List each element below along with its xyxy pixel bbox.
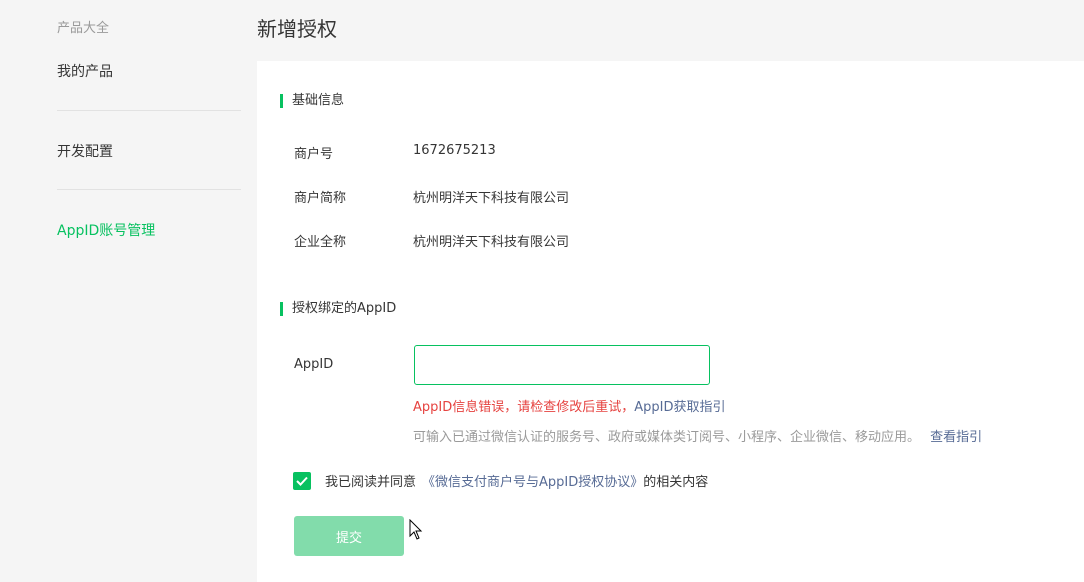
sidebar-item-my-products[interactable]: 我的产品 bbox=[57, 61, 113, 81]
merchant-id-label: 商户号 bbox=[294, 147, 334, 162]
submit-button[interactable]: 提交 bbox=[294, 516, 404, 556]
agreement-link[interactable]: 《微信支付商户号与AppID授权协议》 bbox=[422, 471, 643, 490]
sidebar-item-dev-config[interactable]: 开发配置 bbox=[57, 141, 113, 161]
agreement-checkbox[interactable] bbox=[293, 471, 311, 490]
section-heading-bind-appid: 授权绑定的AppID bbox=[280, 301, 396, 317]
section-heading-basic-info: 基础信息 bbox=[280, 93, 344, 109]
sidebar: 产品大全 我的产品 开发配置 AppID账号管理 bbox=[0, 0, 256, 582]
agreement-prefix: 我已阅读并同意 bbox=[325, 475, 417, 490]
sidebar-divider bbox=[57, 110, 241, 111]
merchant-short-name-label: 商户简称 bbox=[294, 191, 347, 206]
appid-error-message: AppID信息错误，请检查修改后重试，AppID获取指引 bbox=[413, 396, 726, 415]
company-full-name-value: 杭州明洋天下科技有限公司 bbox=[413, 235, 570, 250]
appid-hint: 可输入已通过微信认证的服务号、政府或媒体类订阅号、小程序、企业微信、移动应用。 … bbox=[413, 426, 982, 445]
agreement-suffix: 的相关内容 bbox=[643, 475, 709, 490]
page-title: 新增授权 bbox=[257, 17, 337, 41]
appid-field-label: AppID bbox=[294, 357, 334, 372]
appid-hint-text: 可输入已通过微信认证的服务号、政府或媒体类订阅号、小程序、企业微信、移动应用。 bbox=[413, 430, 921, 445]
merchant-short-name-value: 杭州明洋天下科技有限公司 bbox=[413, 191, 570, 206]
view-guide-link[interactable]: 查看指引 bbox=[930, 430, 982, 445]
sidebar-title: 产品大全 bbox=[57, 21, 110, 36]
sidebar-divider bbox=[57, 189, 241, 190]
company-full-name-label: 企业全称 bbox=[294, 235, 347, 250]
merchant-id-value: 1672675213 bbox=[413, 143, 496, 158]
appid-error-text: AppID信息错误，请检查修改后重试， bbox=[413, 400, 635, 415]
agreement-row: 我已阅读并同意 《微信支付商户号与AppID授权协议》 的相关内容 bbox=[293, 471, 708, 490]
appid-input[interactable] bbox=[414, 345, 710, 385]
form-card: 基础信息 商户号 1672675213 商户简称 杭州明洋天下科技有限公司 企业… bbox=[257, 61, 1084, 582]
appid-guide-link[interactable]: AppID获取指引 bbox=[634, 400, 725, 415]
sidebar-item-appid-management[interactable]: AppID账号管理 bbox=[57, 220, 155, 240]
mouse-cursor-icon bbox=[409, 519, 423, 540]
check-icon bbox=[296, 476, 308, 486]
